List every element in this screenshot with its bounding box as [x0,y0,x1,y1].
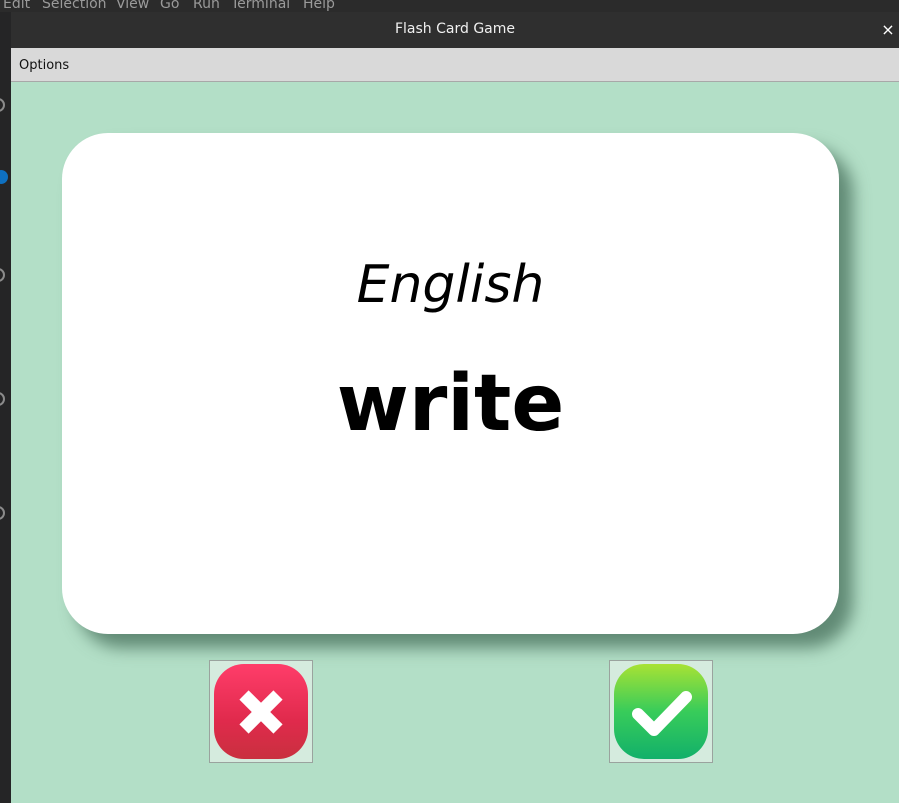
window-title: Flash Card Game [394,21,516,37]
bg-activity-icon[interactable] [0,98,5,112]
background-editor-menubar: Edit Selection View Go Run Terminal Help [0,0,899,12]
check-mark-icon [614,664,708,759]
bg-activity-icon[interactable] [0,268,5,282]
bg-notification-badge [0,170,8,184]
flash-card[interactable]: English write [62,133,839,634]
right-answer-button[interactable] [609,660,713,763]
bg-activity-icon[interactable] [0,392,5,406]
bg-menu-edit[interactable]: Edit [3,0,30,12]
bg-menu-help[interactable]: Help [303,0,335,12]
x-mark-icon [214,664,308,759]
bg-menu-selection[interactable]: Selection [42,0,107,12]
close-button[interactable]: × [877,12,899,48]
window-titlebar[interactable]: Flash Card Game × [11,12,899,48]
bg-menu-terminal[interactable]: Terminal [231,0,290,12]
flash-card-window: Flash Card Game × Options English write [11,12,899,803]
app-menubar: Options [11,48,899,82]
wrong-answer-button[interactable] [209,660,313,763]
menu-options[interactable]: Options [19,48,69,81]
bg-menu-run[interactable]: Run [193,0,220,12]
bg-menu-go[interactable]: Go [160,0,179,12]
bg-menu-view[interactable]: View [116,0,149,12]
bg-activity-icon[interactable] [0,506,5,520]
card-language-label: English [356,255,545,315]
background-activity-bar [0,12,11,803]
card-word: write [336,359,565,449]
